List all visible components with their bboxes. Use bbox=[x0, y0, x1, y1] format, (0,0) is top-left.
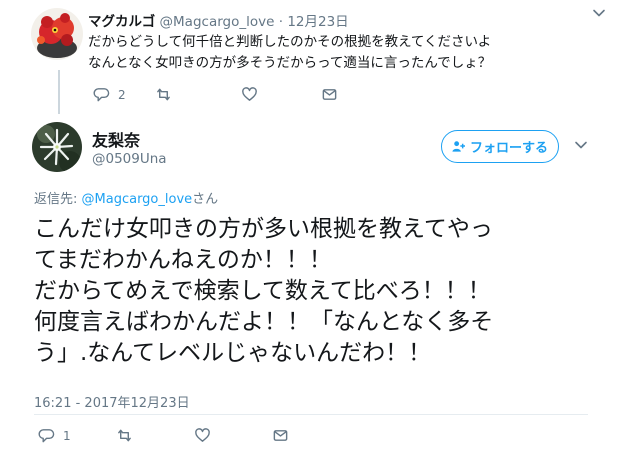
reply-suffix: さん bbox=[192, 192, 219, 207]
heart-icon bbox=[195, 428, 210, 442]
like-button[interactable] bbox=[194, 427, 272, 444]
avatar-yurina[interactable] bbox=[32, 122, 82, 172]
author-name[interactable]: 友梨奈 bbox=[92, 127, 140, 151]
tweet-text-line: だからてめえで検索して数えて比べろ！！！ bbox=[34, 278, 491, 304]
heart-icon bbox=[242, 87, 257, 101]
retweet-icon bbox=[118, 429, 131, 442]
avatar-magcargo[interactable] bbox=[31, 8, 83, 60]
divider bbox=[34, 414, 588, 415]
dm-button[interactable] bbox=[272, 427, 289, 444]
follow-button-label: フォローする bbox=[469, 141, 548, 156]
parent-tweet-header: マグカルゴ @Magcargo_love · 12月23日 bbox=[88, 10, 349, 30]
retweet-button[interactable] bbox=[116, 427, 194, 444]
parent-tweet-actions: 2 bbox=[93, 86, 338, 103]
retweet-icon bbox=[157, 88, 170, 101]
tweet-text-line: 何度言えばわかんだよ！！「なんとなく多そ bbox=[34, 309, 494, 335]
tweet-text-line: う」.なんてレベルじゃないんだわ！！ bbox=[34, 340, 432, 366]
reply-count: 1 bbox=[63, 428, 71, 443]
reply-button[interactable]: 2 bbox=[93, 86, 155, 103]
parent-tweet-text: だからどうして何千倍と判断したのかその根拠を教えてくださいよ なんとなく女叩きの… bbox=[88, 32, 528, 74]
parent-tweet-date[interactable]: 12月23日 bbox=[287, 14, 348, 30]
reply-icon bbox=[38, 429, 55, 443]
tweet-timestamp[interactable]: 16:21 - 2017年12月23日 bbox=[34, 392, 190, 411]
parent-author-handle[interactable]: @Magcargo_love bbox=[160, 14, 275, 30]
reply-button[interactable]: 1 bbox=[38, 427, 116, 444]
dm-envelope-icon bbox=[273, 430, 288, 441]
add-user-icon bbox=[452, 141, 465, 152]
reply-icon bbox=[93, 88, 110, 102]
thread-connector bbox=[58, 70, 60, 114]
follow-button[interactable]: フォローする bbox=[441, 130, 559, 163]
dm-envelope-icon bbox=[322, 89, 337, 100]
retweet-button[interactable] bbox=[155, 86, 241, 103]
reply-context: 返信先: @Magcargo_loveさん bbox=[34, 188, 218, 207]
header-separator: · bbox=[278, 14, 284, 30]
tweet-text-line: こんだけ女叩きの方が多い根拠を教えてやっ bbox=[34, 216, 493, 242]
tweet-text-line: てまだわかんねえのか！！！ bbox=[34, 247, 332, 273]
reply-prefix: 返信先: bbox=[34, 192, 82, 207]
tweet-actions: 1 bbox=[38, 427, 289, 444]
reply-to-link[interactable]: @Magcargo_love bbox=[82, 192, 193, 207]
chevron-down-icon[interactable] bbox=[592, 6, 606, 20]
dm-button[interactable] bbox=[321, 86, 338, 103]
parent-author-name[interactable]: マグカルゴ bbox=[88, 14, 155, 30]
author-handle[interactable]: @0509Una bbox=[92, 151, 167, 167]
parent-tweet-line: だからどうして何千倍と判断したのかその根拠を教えてくださいよ bbox=[88, 34, 492, 50]
parent-tweet-line: なんとなく女叩きの方が多そうだからって適当に言ったんでしょ？ bbox=[88, 55, 492, 71]
like-button[interactable] bbox=[241, 86, 321, 103]
reply-count: 2 bbox=[118, 87, 126, 102]
tweet-text: こんだけ女叩きの方が多い根拠を教えてやっ てまだわかんねえのか！！！ だからてめ… bbox=[34, 214, 594, 369]
chevron-down-icon[interactable] bbox=[574, 138, 588, 152]
